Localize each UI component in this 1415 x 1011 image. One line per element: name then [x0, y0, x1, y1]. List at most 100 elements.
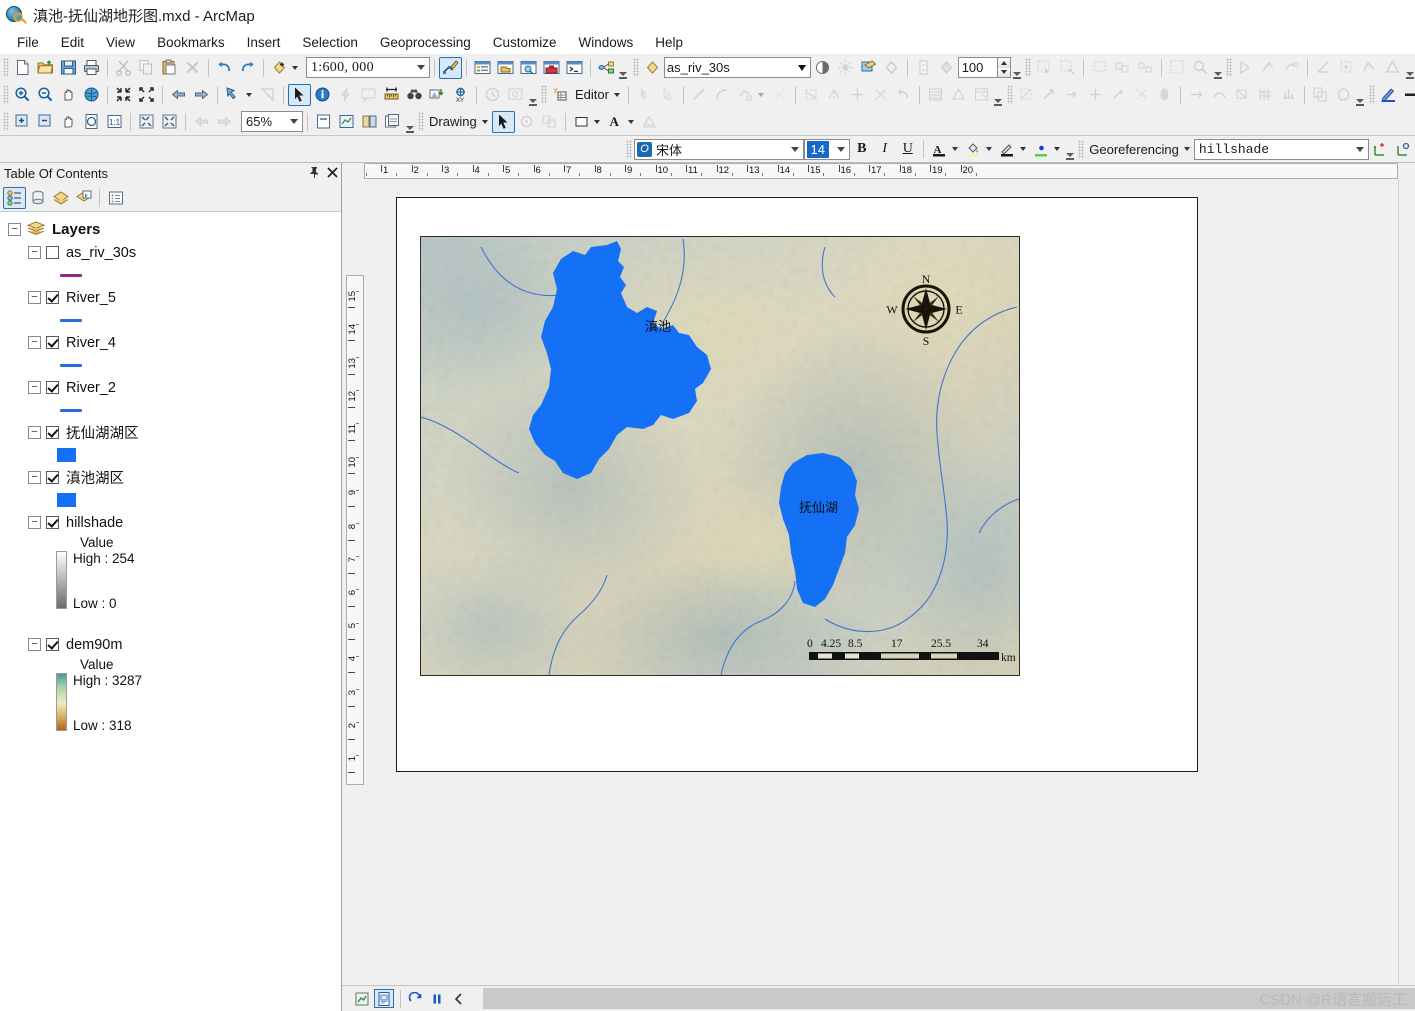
font-color-button[interactable]: A	[928, 138, 951, 160]
expander-icon[interactable]: −	[28, 246, 41, 259]
expander-icon[interactable]: −	[28, 516, 41, 529]
swipe-button[interactable]	[857, 57, 880, 79]
menu-file[interactable]: File	[6, 32, 50, 53]
pan-button[interactable]	[57, 84, 80, 106]
arctoolbox-button[interactable]	[540, 57, 563, 79]
align-features-button[interactable]	[1185, 84, 1208, 106]
menu-selection[interactable]: Selection	[291, 32, 369, 53]
construct-features-button[interactable]	[1257, 57, 1280, 79]
chevron-down-icon[interactable]	[833, 146, 849, 152]
print-button[interactable]	[80, 57, 103, 79]
topology-validate-button[interactable]	[1280, 57, 1303, 79]
chevron-down-icon[interactable]	[787, 146, 803, 152]
toolbar-grip[interactable]	[1368, 85, 1375, 104]
expander-icon[interactable]: −	[28, 638, 41, 651]
line-color-button[interactable]	[996, 138, 1019, 160]
add-control-points-button[interactable]	[1369, 138, 1392, 160]
toolbar-grip[interactable]	[541, 85, 547, 104]
vertical-ruler[interactable]: 1 2 3 4 5 6 7 8 9 10 11 12 13 14 15	[342, 179, 364, 985]
save-button[interactable]	[57, 57, 80, 79]
georeferencing-dropdown-icon[interactable]	[1183, 147, 1190, 151]
spinner-up[interactable]	[998, 58, 1011, 68]
zoom-whole-page-button[interactable]	[80, 111, 103, 133]
clear-selected-button[interactable]	[1056, 57, 1079, 79]
toc-layer-river-2[interactable]: − River_2	[28, 376, 341, 399]
line-color-dropdown-icon[interactable]	[1020, 147, 1027, 151]
add-data-dropdown-icon[interactable]	[292, 65, 298, 70]
ungroup-button[interactable]	[1134, 57, 1157, 79]
attributes-button[interactable]	[869, 84, 892, 106]
catalog-window-button[interactable]	[494, 57, 517, 79]
editor-toolbar-button[interactable]	[438, 56, 462, 79]
transform-button[interactable]	[1231, 84, 1254, 106]
layout-zoom-out-button[interactable]	[34, 111, 57, 133]
table-of-contents-button[interactable]	[471, 57, 494, 79]
marker-color-button[interactable]	[1030, 138, 1053, 160]
fixed-zoom-out-page-button[interactable]	[158, 111, 181, 133]
layer-checkbox[interactable]	[46, 471, 59, 484]
menu-insert[interactable]: Insert	[236, 32, 292, 53]
trace-dropdown-icon[interactable]	[757, 92, 764, 97]
toolbar-overflow-button[interactable]	[1355, 84, 1366, 106]
layer-checkbox[interactable]	[46, 336, 59, 349]
python-window-button[interactable]	[563, 57, 586, 79]
list-by-visibility-button[interactable]	[49, 187, 72, 209]
displacement-link-button[interactable]	[1038, 84, 1061, 106]
draw-line-color-button[interactable]	[1377, 84, 1400, 106]
expander-icon[interactable]: −	[28, 336, 41, 349]
toolbar-grip[interactable]	[3, 58, 9, 77]
layout-pan-button[interactable]	[57, 111, 80, 133]
menu-edit[interactable]: Edit	[50, 32, 95, 53]
reshape-feature-button[interactable]	[1358, 57, 1381, 79]
underline-button[interactable]: U	[896, 138, 919, 160]
pause-drawing-button[interactable]	[427, 989, 447, 1008]
rotate-element-button[interactable]	[515, 111, 538, 133]
transparency-button[interactable]	[935, 57, 958, 79]
edge-match-button[interactable]	[1061, 84, 1084, 106]
layout-canvas[interactable]: 滇池 抚仙湖 N S W E 0 4.25 8.5 17 25.5 34 km	[364, 179, 1398, 985]
expander-icon[interactable]: −	[8, 223, 21, 236]
map-scale-combo[interactable]: 1:600, 000	[306, 57, 430, 78]
toolbar-grip[interactable]	[418, 112, 424, 131]
chevron-left-icon[interactable]	[449, 989, 469, 1008]
layer-checkbox[interactable]	[46, 516, 59, 529]
focus-data-frame-button[interactable]	[335, 111, 358, 133]
fixed-zoom-in-page-button[interactable]	[135, 111, 158, 133]
editor-dropdown-icon[interactable]	[613, 92, 620, 97]
toolbar-overflow-button[interactable]	[618, 57, 629, 79]
sketch-properties-button[interactable]	[947, 84, 970, 106]
layer-checkbox[interactable]	[46, 246, 59, 259]
menu-windows[interactable]: Windows	[568, 32, 645, 53]
layout-view-button[interactable]	[374, 989, 394, 1008]
marker-color-dropdown-icon[interactable]	[1054, 147, 1061, 151]
data-frame[interactable]: 滇池 抚仙湖 N S W E 0 4.25 8.5 17 25.5 34 km	[420, 236, 1020, 676]
brightness-button[interactable]	[834, 57, 857, 79]
draw-shape-dropdown-icon[interactable]	[593, 119, 600, 124]
font-color-dropdown-icon[interactable]	[952, 147, 959, 151]
split-tool-button[interactable]	[823, 84, 846, 106]
select-elements-2-button[interactable]	[1088, 57, 1111, 79]
contrast-button[interactable]	[811, 57, 834, 79]
toolbar-grip[interactable]	[3, 112, 9, 131]
toc-layer-river-4[interactable]: − River_4	[28, 331, 341, 354]
toolbar-overflow-button[interactable]	[527, 84, 538, 106]
fixed-zoom-in-button[interactable]	[112, 84, 135, 106]
edit-annotation-button[interactable]: A	[656, 84, 679, 106]
toolbar-grip[interactable]	[3, 85, 9, 104]
modify-feature-button[interactable]	[1335, 57, 1358, 79]
create-viewer-button[interactable]	[504, 84, 527, 106]
select-features-dropdown-icon[interactable]	[246, 92, 252, 97]
zoom-to-selected-button[interactable]	[1189, 57, 1212, 79]
delete-button[interactable]	[181, 57, 204, 79]
draw-text-dropdown-icon[interactable]	[627, 119, 634, 124]
fill-color-dropdown-icon[interactable]	[986, 147, 993, 151]
spatial-adjust-select-button[interactable]	[1015, 84, 1038, 106]
redo-button[interactable]	[236, 57, 259, 79]
html-popup-button[interactable]	[357, 84, 380, 106]
toc-layer-dem90m[interactable]: − dem90m	[28, 633, 341, 656]
cut-button[interactable]	[112, 57, 135, 79]
copy-button[interactable]	[135, 57, 158, 79]
straight-segment-button[interactable]	[688, 84, 711, 106]
toc-layer-hillshade[interactable]: − hillshade	[28, 511, 341, 534]
data-driven-pages-button[interactable]	[381, 111, 404, 133]
